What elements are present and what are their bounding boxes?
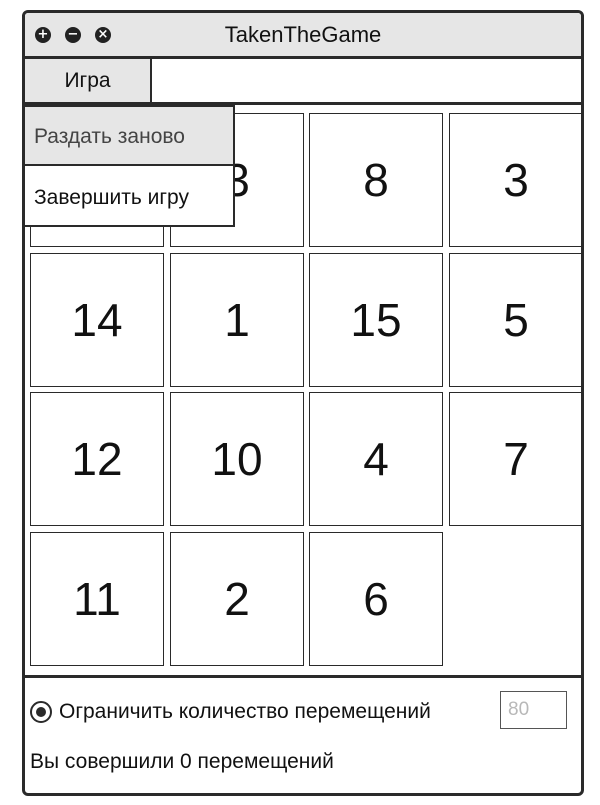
tile-12[interactable]: 7 bbox=[449, 392, 581, 526]
tile-13[interactable]: 11 bbox=[30, 532, 164, 666]
tile-3[interactable]: 8 bbox=[309, 113, 443, 247]
limit-moves-label: Ограничить количество перемещений bbox=[59, 700, 431, 723]
limit-moves-radio[interactable] bbox=[30, 701, 52, 723]
title-bar: + − × TakenTheGame bbox=[25, 13, 581, 59]
menu-item-end-game[interactable]: Завершить игру bbox=[25, 168, 233, 227]
menu-item-redeal[interactable]: Раздать заново bbox=[25, 107, 233, 166]
tile-15[interactable]: 6 bbox=[309, 532, 443, 666]
limit-moves-input[interactable]: 80 bbox=[500, 691, 567, 729]
moves-count-status: Вы совершили 0 перемещений bbox=[30, 750, 334, 773]
app-window: + − × TakenTheGame Игра 3 8 3 14 1 15 5 … bbox=[22, 10, 584, 796]
tile-5[interactable]: 14 bbox=[30, 253, 164, 387]
menu-game[interactable]: Игра bbox=[25, 59, 152, 102]
radio-dot-icon bbox=[36, 707, 46, 717]
menu-bar: Игра bbox=[25, 59, 581, 105]
tile-11[interactable]: 4 bbox=[309, 392, 443, 526]
tile-8[interactable]: 5 bbox=[449, 253, 581, 387]
settings-panel: Ограничить количество перемещений 80 Вы … bbox=[25, 675, 581, 793]
window-title: TakenTheGame bbox=[224, 22, 382, 47]
tile-6[interactable]: 1 bbox=[170, 253, 304, 387]
tile-4[interactable]: 3 bbox=[449, 113, 581, 247]
tile-10[interactable]: 10 bbox=[170, 392, 304, 526]
game-dropdown-menu: Раздать заново Завершить игру bbox=[25, 105, 235, 227]
tile-9[interactable]: 12 bbox=[30, 392, 164, 526]
tile-14[interactable]: 2 bbox=[170, 532, 304, 666]
tile-7[interactable]: 15 bbox=[309, 253, 443, 387]
